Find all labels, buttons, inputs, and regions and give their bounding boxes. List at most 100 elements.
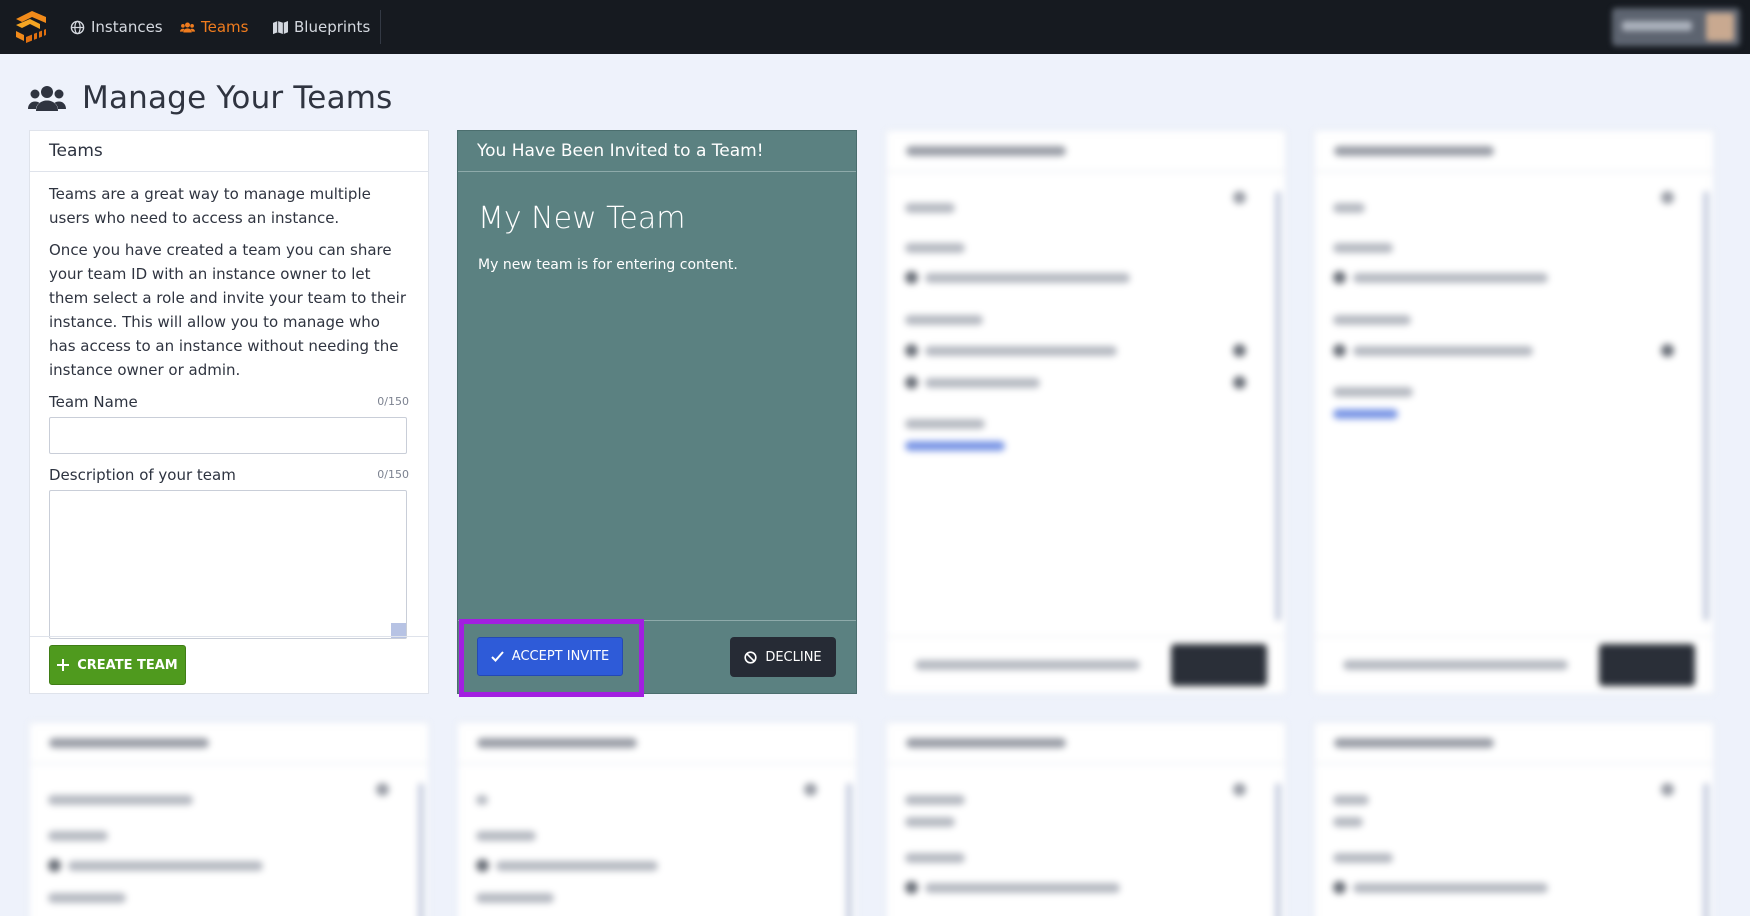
team-card-header-blurred xyxy=(1315,131,1713,172)
blurred-text xyxy=(925,273,1130,283)
blurred-icon xyxy=(905,376,918,389)
blurred-text xyxy=(48,831,108,841)
blurred-text xyxy=(477,738,637,748)
decline-invite-button[interactable]: DECLINE xyxy=(730,637,836,677)
blurred-icon xyxy=(905,271,918,284)
blurred-text xyxy=(1353,273,1548,283)
nav-instances[interactable]: Instances xyxy=(70,0,163,54)
team-name-input[interactable] xyxy=(49,417,407,454)
accept-invite-label: ACCEPT INVITE xyxy=(511,649,610,664)
blurred-icon xyxy=(1661,783,1674,796)
description-textarea[interactable] xyxy=(49,490,407,639)
team-card-blurred xyxy=(457,722,857,916)
team-card-header-blurred xyxy=(30,723,428,764)
blurred-text xyxy=(476,893,554,903)
blurred-icon xyxy=(1233,783,1246,796)
blurred-text xyxy=(925,346,1117,356)
invite-panel-header: You Have Been Invited to a Team! xyxy=(458,131,856,172)
globe-icon xyxy=(70,20,85,34)
blurred-text xyxy=(925,883,1120,893)
blurred-email-input xyxy=(1329,645,1584,685)
blurred-scrollbar xyxy=(1275,191,1281,621)
description-label: Description of your team xyxy=(49,466,236,484)
blurred-text xyxy=(905,203,955,213)
nav-teams[interactable]: Teams xyxy=(180,0,248,54)
team-card-header-blurred xyxy=(887,723,1285,764)
blurred-icon xyxy=(1233,191,1246,204)
users-icon xyxy=(28,86,66,111)
blurred-text xyxy=(1343,660,1568,670)
blurred-text xyxy=(1353,346,1533,356)
blurred-text xyxy=(68,861,263,871)
team-card-blurred xyxy=(29,722,429,916)
blurred-text xyxy=(496,861,658,871)
blurred-icon xyxy=(476,859,489,872)
blurred-text xyxy=(476,831,536,841)
blurred-icon xyxy=(1661,344,1674,357)
nav-teams-label: Teams xyxy=(201,18,249,36)
invited-team-name: My New Team xyxy=(478,201,686,236)
ban-icon xyxy=(744,650,757,664)
nav-blueprints-label: Blueprints xyxy=(294,18,371,36)
blurred-text xyxy=(1333,387,1413,397)
app-logo-icon[interactable] xyxy=(12,7,50,45)
blurred-text xyxy=(1333,203,1365,213)
teams-intro-1: Teams are a great way to manage multiple… xyxy=(49,185,371,227)
blurred-text xyxy=(1334,738,1494,748)
blurred-text xyxy=(1334,146,1494,156)
blurred-text xyxy=(1333,315,1411,325)
team-card-blurred xyxy=(1314,130,1714,694)
blurred-email-input xyxy=(901,645,1156,685)
blurred-icon xyxy=(1333,881,1346,894)
blurred-text xyxy=(905,853,965,863)
blurred-text xyxy=(1333,853,1393,863)
blurred-icon xyxy=(1333,344,1346,357)
blurred-text xyxy=(905,315,983,325)
create-team-button[interactable]: CREATE TEAM xyxy=(49,645,186,685)
nav-blueprints[interactable]: Blueprints xyxy=(273,0,370,54)
users-icon xyxy=(180,22,195,32)
blurred-text xyxy=(49,738,209,748)
blurred-text xyxy=(905,243,965,253)
blurred-text xyxy=(48,893,126,903)
blurred-icon xyxy=(376,783,389,796)
blurred-text xyxy=(1333,795,1369,805)
blurred-scrollbar xyxy=(1703,191,1709,621)
user-menu[interactable] xyxy=(1612,8,1740,46)
accept-invite-button[interactable]: ACCEPT INVITE xyxy=(477,637,623,676)
blurred-scrollbar xyxy=(1275,783,1281,916)
blurred-text xyxy=(905,419,985,429)
page-header: Manage Your Teams xyxy=(28,80,393,116)
check-icon xyxy=(491,651,504,662)
blurred-text xyxy=(925,378,1040,388)
team-card-blurred xyxy=(886,130,1286,694)
decline-invite-label: DECLINE xyxy=(765,649,822,665)
map-icon xyxy=(273,20,288,34)
team-card-blurred xyxy=(1314,722,1714,916)
blurred-link xyxy=(905,441,1005,451)
avatar xyxy=(1706,13,1734,41)
description-counter: 0/150 xyxy=(377,468,409,481)
team-card-header-blurred xyxy=(1315,723,1713,764)
blurred-icon xyxy=(1661,191,1674,204)
team-card-footer-blurred xyxy=(1315,636,1713,693)
blurred-scrollbar xyxy=(1703,783,1709,916)
blurred-invite-button xyxy=(1599,644,1695,686)
blurred-text xyxy=(1333,243,1393,253)
blurred-text xyxy=(1353,883,1548,893)
blurred-text xyxy=(905,817,955,827)
blurred-text xyxy=(905,795,965,805)
user-name-blurred xyxy=(1622,21,1692,31)
team-name-label: Team Name xyxy=(49,393,138,411)
blurred-text xyxy=(906,146,1066,156)
blurred-text xyxy=(915,660,1140,670)
blurred-invite-button xyxy=(1171,644,1267,686)
blurred-icon xyxy=(1333,271,1346,284)
blurred-text xyxy=(1333,817,1363,827)
team-card-header-blurred xyxy=(887,131,1285,172)
blurred-icon xyxy=(1233,376,1246,389)
blurred-icon xyxy=(1233,344,1246,357)
blurred-text xyxy=(906,738,1066,748)
team-name-counter: 0/150 xyxy=(377,395,409,408)
invited-team-description: My new team is for entering content. xyxy=(478,257,738,273)
